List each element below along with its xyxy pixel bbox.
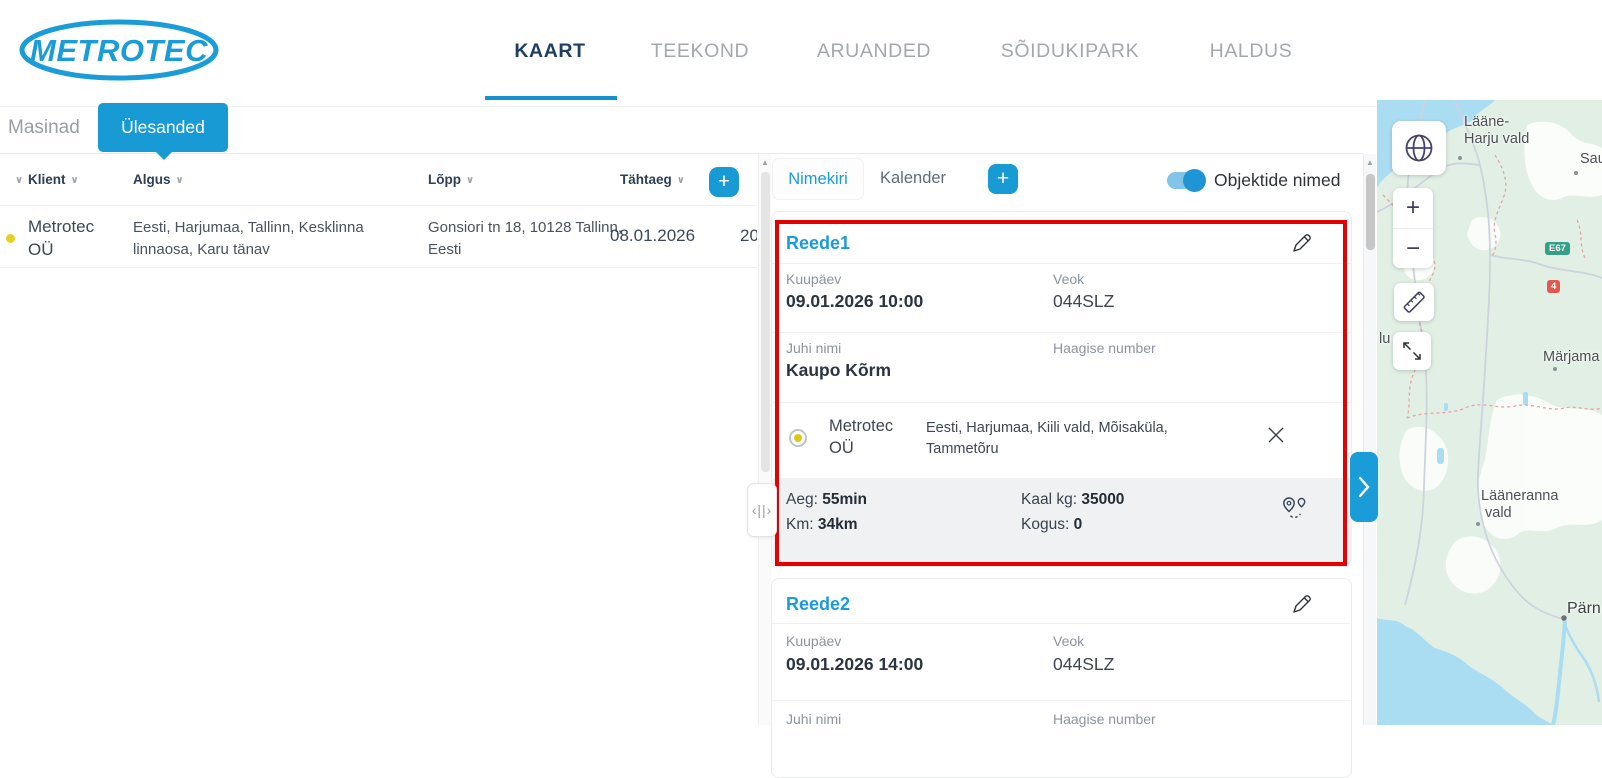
- label-kuupaev: Kuupäev: [786, 633, 841, 649]
- add-trip-button[interactable]: +: [988, 164, 1018, 194]
- column-label-tahtaeg: Tähtaeg: [620, 172, 672, 187]
- chevron-down-icon: ∨: [71, 175, 79, 186]
- objektide-nimed-toggle[interactable]: [1167, 172, 1204, 189]
- stop-client-name: Metrotec OÜ: [829, 415, 915, 459]
- cell-tahtaeg-time: 20: [740, 226, 757, 246]
- aeg-value: 55min: [822, 491, 867, 508]
- toggle-knob: [1183, 169, 1206, 192]
- divider: [772, 263, 1351, 264]
- value-veok: 044SLZ: [1053, 291, 1114, 312]
- road-badge-e67: E67: [1545, 242, 1570, 255]
- remove-stop-icon[interactable]: [1266, 425, 1286, 445]
- scroll-up-icon[interactable]: ▲: [1366, 158, 1374, 167]
- card-title: Reede2: [786, 594, 850, 615]
- kogus-value: 0: [1074, 516, 1083, 533]
- ruler-icon: [1401, 289, 1427, 315]
- column-label-algus: Algus: [133, 172, 171, 187]
- card-title: Reede1: [786, 233, 850, 254]
- subtab-pointer: [156, 152, 172, 160]
- chevron-down-icon: ∨: [677, 175, 685, 186]
- kaal-label: Kaal kg:: [1021, 491, 1077, 508]
- scrollbar-thumb[interactable]: [761, 172, 770, 472]
- km-label: Km:: [786, 516, 814, 533]
- stop-address: Eesti, Harjumaa, Kiili vald, Mõisaküla, …: [926, 418, 1216, 460]
- nav-teekond[interactable]: TEEKOND: [651, 40, 749, 63]
- label-kuupaev: Kuupäev: [786, 271, 841, 287]
- zoom-out-button[interactable]: −: [1393, 229, 1433, 269]
- subtab-masinad[interactable]: Masinad: [8, 117, 80, 139]
- subtab-ulesanded[interactable]: Ülesanded: [98, 103, 228, 152]
- globe-icon: [1403, 132, 1435, 164]
- column-label-klient: Klient: [28, 172, 66, 187]
- radio-dot: [794, 434, 802, 442]
- show-route-icon[interactable]: [1281, 496, 1309, 520]
- column-label-lopp: Lõpp: [428, 172, 461, 187]
- divider: [772, 332, 1351, 333]
- tab-nimekiri[interactable]: Nimekiri: [772, 158, 864, 200]
- cell-lopp: Gonsiori tn 18, 10128 Tallinn, Eesti: [428, 217, 638, 261]
- road-badge-4: 4: [1547, 280, 1560, 293]
- label-veok: Veok: [1053, 271, 1084, 287]
- kogus-label: Kogus:: [1021, 516, 1069, 533]
- add-task-button[interactable]: +: [709, 167, 739, 197]
- chevron-down-icon: ∨: [466, 175, 474, 186]
- tab-kalender[interactable]: Kalender: [880, 169, 946, 188]
- fullscreen-map-button[interactable]: [1393, 332, 1431, 370]
- value-juhi-nimi: Kaupo Kõrm: [786, 360, 891, 381]
- chevron-down-icon: ∨: [176, 175, 184, 186]
- toggle-label: Objektide nimed: [1214, 170, 1340, 191]
- cell-algus: Eesti, Harjumaa, Tallinn, Kesklinna linn…: [133, 217, 411, 261]
- nav-kaart[interactable]: KAART: [514, 40, 585, 63]
- cell-klient: Metrotec OÜ: [28, 215, 110, 261]
- table-row[interactable]: Metrotec OÜ Eesti, Harjumaa, Tallinn, Ke…: [0, 205, 757, 268]
- tasks-table-panel: ∨ Klient ∨ Algus ∨ Lõpp ∨ Tähtaeg ∨ + Metrot…: [0, 154, 757, 725]
- label-juhi-nimi: Juhi nimi: [786, 340, 841, 356]
- nav-soidukipark[interactable]: SÕIDUKIPARK: [1001, 40, 1139, 63]
- label-haagise-number: Haagise number: [1053, 340, 1156, 356]
- trip-card-reede2[interactable]: Reede2 Kuupäev 09.01.2026 14:00 Veok 044…: [771, 578, 1352, 778]
- column-header-lopp[interactable]: Lõpp ∨: [428, 172, 474, 187]
- divider: [772, 623, 1351, 624]
- column-header-klient[interactable]: Klient ∨: [28, 172, 79, 187]
- map-layers-button[interactable]: [1392, 121, 1446, 175]
- scrollbar-thumb[interactable]: [1366, 174, 1375, 250]
- metrotec-logo[interactable]: METROTEC: [18, 19, 220, 81]
- zoom-in-button[interactable]: +: [1393, 188, 1433, 228]
- expand-panel-button[interactable]: [1350, 452, 1378, 522]
- label-veok: Veok: [1053, 633, 1084, 649]
- nav-aruanded[interactable]: ARUANDED: [817, 40, 931, 63]
- measure-distance-button[interactable]: [1394, 283, 1434, 321]
- kaal-value: 35000: [1081, 491, 1124, 508]
- expand-arrows-icon: [1400, 339, 1424, 363]
- trip-card-reede1[interactable]: Reede1 Kuupäev 09.01.2026 10:00 Veok 044…: [771, 211, 1352, 567]
- status-dot: [6, 234, 15, 243]
- scroll-up-icon[interactable]: ▲: [761, 158, 769, 167]
- panel-splitter-handle[interactable]: ‹||›: [747, 483, 777, 537]
- divider: [772, 700, 1351, 701]
- edit-pencil-icon[interactable]: [1291, 232, 1313, 254]
- column-header-tahtaeg[interactable]: Tähtaeg ∨: [620, 172, 685, 187]
- km-value: 34km: [818, 516, 858, 533]
- logo-text: METROTEC: [30, 33, 208, 68]
- trip-stats-footer: Aeg: 55min Km: 34km Kaal kg: 35000 Kogus…: [773, 478, 1352, 567]
- cell-tahtaeg: 08.01.2026: [610, 226, 695, 246]
- value-veok: 044SLZ: [1053, 654, 1114, 675]
- chevron-right-icon: [1357, 476, 1371, 498]
- app-header: METROTEC KAART TEEKOND ARUANDED SÕIDUKIP…: [0, 0, 1602, 107]
- tasks-panel-scrollbar[interactable]: ▲: [1363, 154, 1376, 725]
- column-header-algus[interactable]: Algus ∨: [133, 172, 184, 187]
- stop-radio-button[interactable]: [789, 429, 807, 447]
- aeg-label: Aeg:: [786, 491, 818, 508]
- divider: [772, 402, 1351, 403]
- value-kuupaev: 09.01.2026 14:00: [786, 654, 923, 675]
- left-panel-scrollbar[interactable]: ▲: [758, 154, 771, 725]
- nav-haldus[interactable]: HALDUS: [1210, 40, 1293, 63]
- value-kuupaev: 09.01.2026 10:00: [786, 291, 923, 312]
- map-zoom-control: + −: [1393, 188, 1433, 268]
- active-nav-underline: [485, 96, 617, 100]
- sort-all-chevron-icon[interactable]: ∨: [10, 172, 23, 187]
- edit-pencil-icon[interactable]: [1291, 593, 1313, 615]
